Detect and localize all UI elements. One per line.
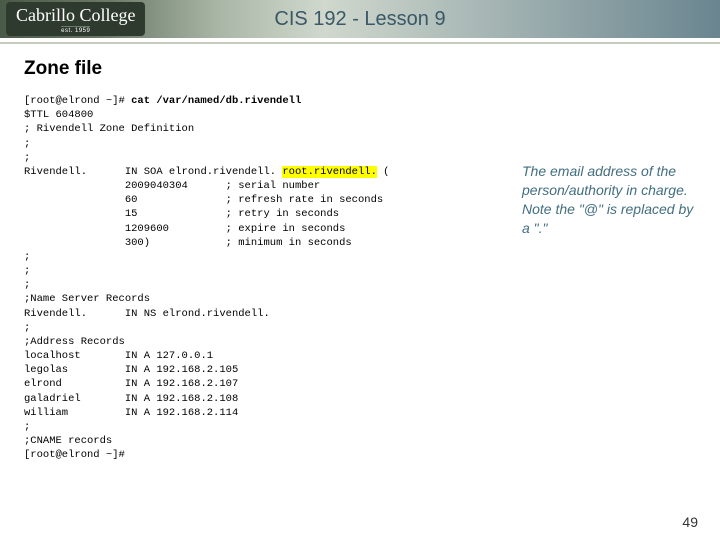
a-record-name: william <box>24 407 68 419</box>
retry-comment: ; retry in seconds <box>226 208 339 220</box>
refresh-comment: ; refresh rate in seconds <box>226 194 384 206</box>
logo-established: est. 1959 <box>61 26 90 34</box>
shell-prompt: [root@elrond ~]# <box>24 95 131 107</box>
a-record-value: IN A 192.168.2.107 <box>125 378 238 390</box>
cname-section-header: ;CNAME records <box>24 435 112 447</box>
soa-prefix: IN SOA elrond.rivendell. <box>125 166 283 178</box>
shell-prompt: [root@elrond ~]# <box>24 449 125 461</box>
college-logo: Cabrillo College est. 1959 <box>6 2 145 36</box>
a-record-value: IN A 192.168.2.108 <box>125 393 238 405</box>
comment-line: ; <box>24 421 30 433</box>
comment-line: ; <box>24 322 30 334</box>
a-record-value: IN A 127.0.0.1 <box>125 350 213 362</box>
ns-record: IN NS elrond.rivendell. <box>125 308 270 320</box>
comment-line: ; <box>24 152 30 164</box>
comment-line: ; <box>24 279 30 291</box>
comment-line: ; <box>24 138 30 150</box>
soa-email-highlight: root.rivendell. <box>282 166 377 178</box>
logo-text: Cabrillo College <box>16 6 135 24</box>
a-record-name: legolas <box>24 364 68 376</box>
serial-comment: ; serial number <box>226 180 321 192</box>
expire-value: 1209600 <box>125 223 169 235</box>
expire-comment: ; expire in seconds <box>226 223 346 235</box>
definition-comment: ; Rivendell Zone Definition <box>24 123 194 135</box>
header-bar: Cabrillo College est. 1959 CIS 192 - Les… <box>0 0 720 38</box>
comment-line: ; <box>24 265 30 277</box>
comment-line: ; <box>24 251 30 263</box>
refresh-value: 60 <box>125 194 138 206</box>
slide-content: Zone file [root@elrond ~]# cat /var/name… <box>0 44 720 462</box>
slide-number: 49 <box>682 514 698 530</box>
minimum-value: 300) <box>125 237 150 249</box>
slide-title: CIS 192 - Lesson 9 <box>274 8 445 31</box>
soa-open-paren: ( <box>377 166 390 178</box>
ns-section-header: ;Name Server Records <box>24 293 150 305</box>
a-record-name: elrond <box>24 378 62 390</box>
ttl-line: $TTL 604800 <box>24 109 93 121</box>
ns-owner: Rivendell. <box>24 308 87 320</box>
a-record-name: localhost <box>24 350 81 362</box>
minimum-comment: ; minimum in seconds <box>226 237 352 249</box>
a-record-name: galadriel <box>24 393 81 405</box>
serial-value: 2009040304 <box>125 180 188 192</box>
soa-owner: Rivendell. <box>24 166 87 178</box>
address-section-header: ;Address Records <box>24 336 125 348</box>
cat-command: cat /var/named/db.rivendell <box>131 95 301 107</box>
callout-annotation: The email address of the person/authorit… <box>522 162 698 238</box>
a-record-value: IN A 192.168.2.105 <box>125 364 238 376</box>
a-record-value: IN A 192.168.2.114 <box>125 407 238 419</box>
retry-value: 15 <box>125 208 138 220</box>
section-heading: Zone file <box>24 58 696 80</box>
zone-file-output: [root@elrond ~]# cat /var/named/db.riven… <box>24 94 696 462</box>
